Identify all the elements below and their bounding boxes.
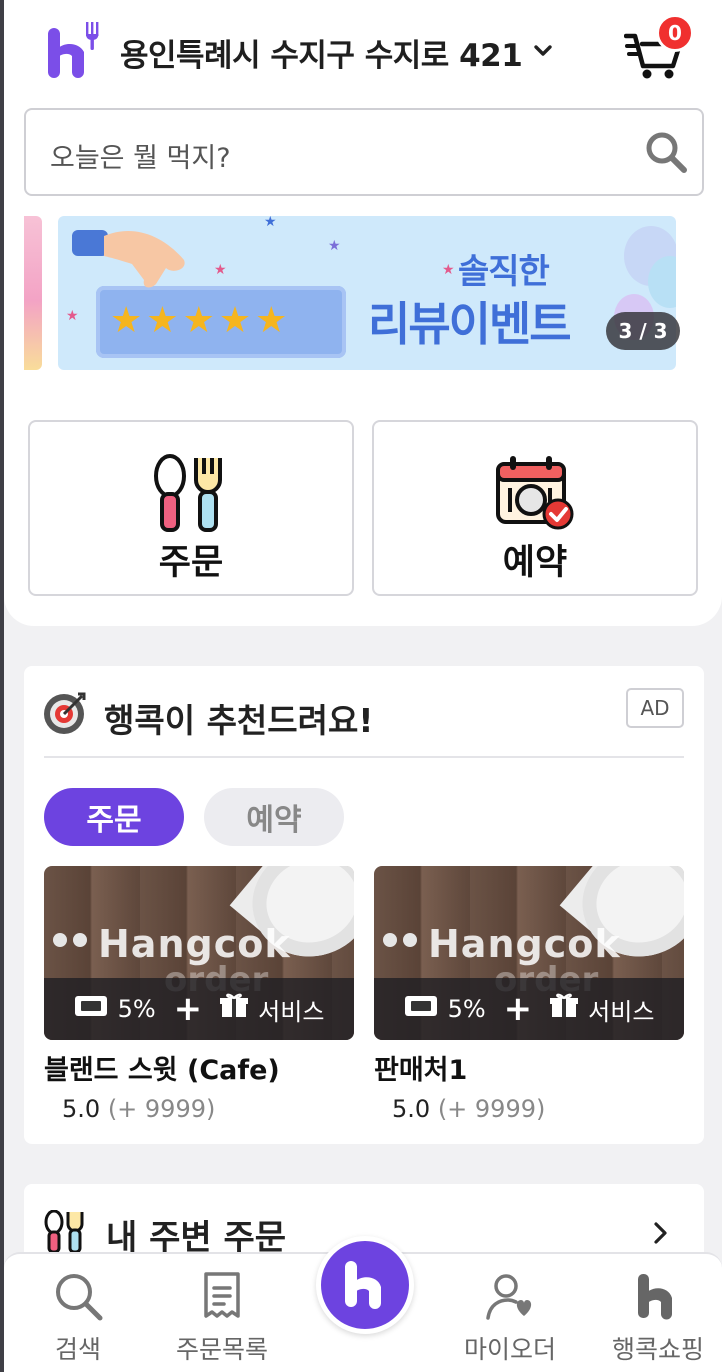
star-icon: ★ xyxy=(182,300,215,341)
ad-badge: AD xyxy=(626,688,684,728)
service-label: 서비스 xyxy=(258,997,325,1026)
section-title: 행콕이 추천드려요! xyxy=(104,701,374,740)
coupon-icon xyxy=(74,995,108,1023)
calendar-dish-icon xyxy=(496,456,574,530)
confetti-icon: ★ xyxy=(214,262,227,278)
target-icon xyxy=(44,692,86,734)
hangcok-shop-icon xyxy=(638,1274,672,1320)
search-bar[interactable]: 오늘은 뭘 먹지? xyxy=(24,108,704,196)
receipt-icon xyxy=(204,1272,240,1318)
reservation-service-tile[interactable]: 예약 xyxy=(372,420,698,596)
nav-home-button[interactable] xyxy=(316,1236,414,1334)
store-benefit-overlay: 5% + 서비스 xyxy=(374,978,684,1040)
store-name: 블랜드 스윗 (Cafe) xyxy=(44,1055,280,1086)
store-image: Hangcok order 5% + 서비스 xyxy=(44,866,354,1040)
rating-value: 5.0 xyxy=(62,1095,101,1123)
star-icon: ★ xyxy=(110,300,143,341)
bottom-navigation: 검색 주문목록 마이오더 행콕쇼핑 xyxy=(4,1236,722,1372)
star-icon: ★ xyxy=(255,300,288,341)
spoon-fork-icon xyxy=(154,454,222,532)
store-card[interactable]: Hangcok order 5% + 서비스 블랜드 스윗 (Cafe) 5.0 xyxy=(44,866,354,1123)
store-card[interactable]: Hangcok order 5% + 서비스 판매처1 5.0 (+ 999 xyxy=(374,866,684,1123)
chevron-down-icon[interactable] xyxy=(532,40,554,62)
tab-reservation[interactable]: 예약 xyxy=(204,788,344,846)
store-image: Hangcok order 5% + 서비스 xyxy=(374,866,684,1040)
order-tile-label: 주문 xyxy=(158,543,224,583)
gift-icon xyxy=(220,993,249,1025)
reservation-tile-label: 예약 xyxy=(502,543,568,583)
hand-icon xyxy=(72,230,185,288)
user-heart-icon xyxy=(486,1274,532,1320)
confetti-icon: ★ xyxy=(442,262,455,278)
search-input[interactable]: 오늘은 뭘 먹지? xyxy=(50,136,231,175)
banner-page-indicator: 3 / 3 xyxy=(606,312,680,350)
confetti-icon: ★ xyxy=(328,238,341,254)
banner-headline-small: 솔직한 xyxy=(458,252,550,292)
cart-count-badge: 0 xyxy=(656,14,694,52)
banner-headline-large: 리뷰이벤트 xyxy=(368,297,572,351)
star-icon: ★ xyxy=(218,300,252,341)
banner-prev-slide xyxy=(24,216,42,370)
nav-my-order[interactable]: 마이오더 xyxy=(450,1270,570,1366)
rating-value: 5.0 xyxy=(392,1095,431,1123)
plus-sign: + xyxy=(503,989,533,1029)
review-count: (+ 9999) xyxy=(107,1095,216,1123)
rating-stars: ★ ★ ★ ★ ★ xyxy=(110,300,287,341)
coupon-rate: 5% xyxy=(117,995,156,1023)
star-icon: ★ xyxy=(146,300,179,341)
hangcok-logo[interactable] xyxy=(44,20,104,80)
confetti-icon: ★ xyxy=(264,216,277,230)
nav-search-label: 검색 xyxy=(54,1335,101,1364)
plus-sign: + xyxy=(173,989,203,1029)
top-card: 용인특례시 수지구 수지로 421 0 오늘은 뭘 먹지? ★ ★ ★ ★ ★ … xyxy=(4,0,722,626)
banner-slide-review-event[interactable]: ★ ★ ★ ★ ★ ★ ★ ★ ★ ★ 솔직한 리뷰이벤트 xyxy=(58,216,676,370)
search-icon[interactable] xyxy=(644,130,688,174)
search-icon xyxy=(56,1274,103,1321)
coupon-icon xyxy=(404,995,438,1023)
order-service-tile[interactable]: 주문 xyxy=(28,420,354,596)
nav-my-order-label: 마이오더 xyxy=(463,1335,556,1364)
nav-shopping[interactable]: 행콕쇼핑 xyxy=(598,1270,718,1366)
store-rating: 5.0 (+ 9999) xyxy=(392,1095,684,1123)
coupon-rate: 5% xyxy=(447,995,486,1023)
spoon-fork-icon xyxy=(44,1210,84,1254)
hangcok-home-icon xyxy=(345,1261,381,1309)
service-label: 서비스 xyxy=(588,997,655,1026)
store-name: 판매처1 xyxy=(374,1055,468,1086)
nav-search[interactable]: 검색 xyxy=(18,1270,138,1366)
confetti-icon: ★ xyxy=(66,308,79,324)
divider xyxy=(44,756,684,758)
decor-balls xyxy=(383,933,417,947)
address-label[interactable]: 용인특례시 수지구 수지로 421 xyxy=(120,30,523,75)
header: 용인특례시 수지구 수지로 421 0 xyxy=(4,0,722,104)
nav-orders-label: 주문목록 xyxy=(175,1335,268,1364)
app-frame: 용인특례시 수지구 수지로 421 0 오늘은 뭘 먹지? ★ ★ ★ ★ ★ … xyxy=(0,0,722,1372)
review-count: (+ 9999) xyxy=(437,1095,546,1123)
chevron-right-icon[interactable] xyxy=(650,1220,672,1246)
store-benefit-overlay: 5% + 서비스 xyxy=(44,978,354,1040)
gift-icon xyxy=(550,993,579,1025)
tab-order[interactable]: 주문 xyxy=(44,788,184,846)
decor-balls xyxy=(53,933,87,947)
nav-shopping-label: 행콕쇼핑 xyxy=(611,1335,704,1364)
nav-order-list[interactable]: 주문목록 xyxy=(162,1270,282,1366)
store-rating: 5.0 (+ 9999) xyxy=(62,1095,354,1123)
recommendation-section: 행콕이 추천드려요! AD 주문 예약 Hangcok order 5% + xyxy=(24,666,704,1144)
